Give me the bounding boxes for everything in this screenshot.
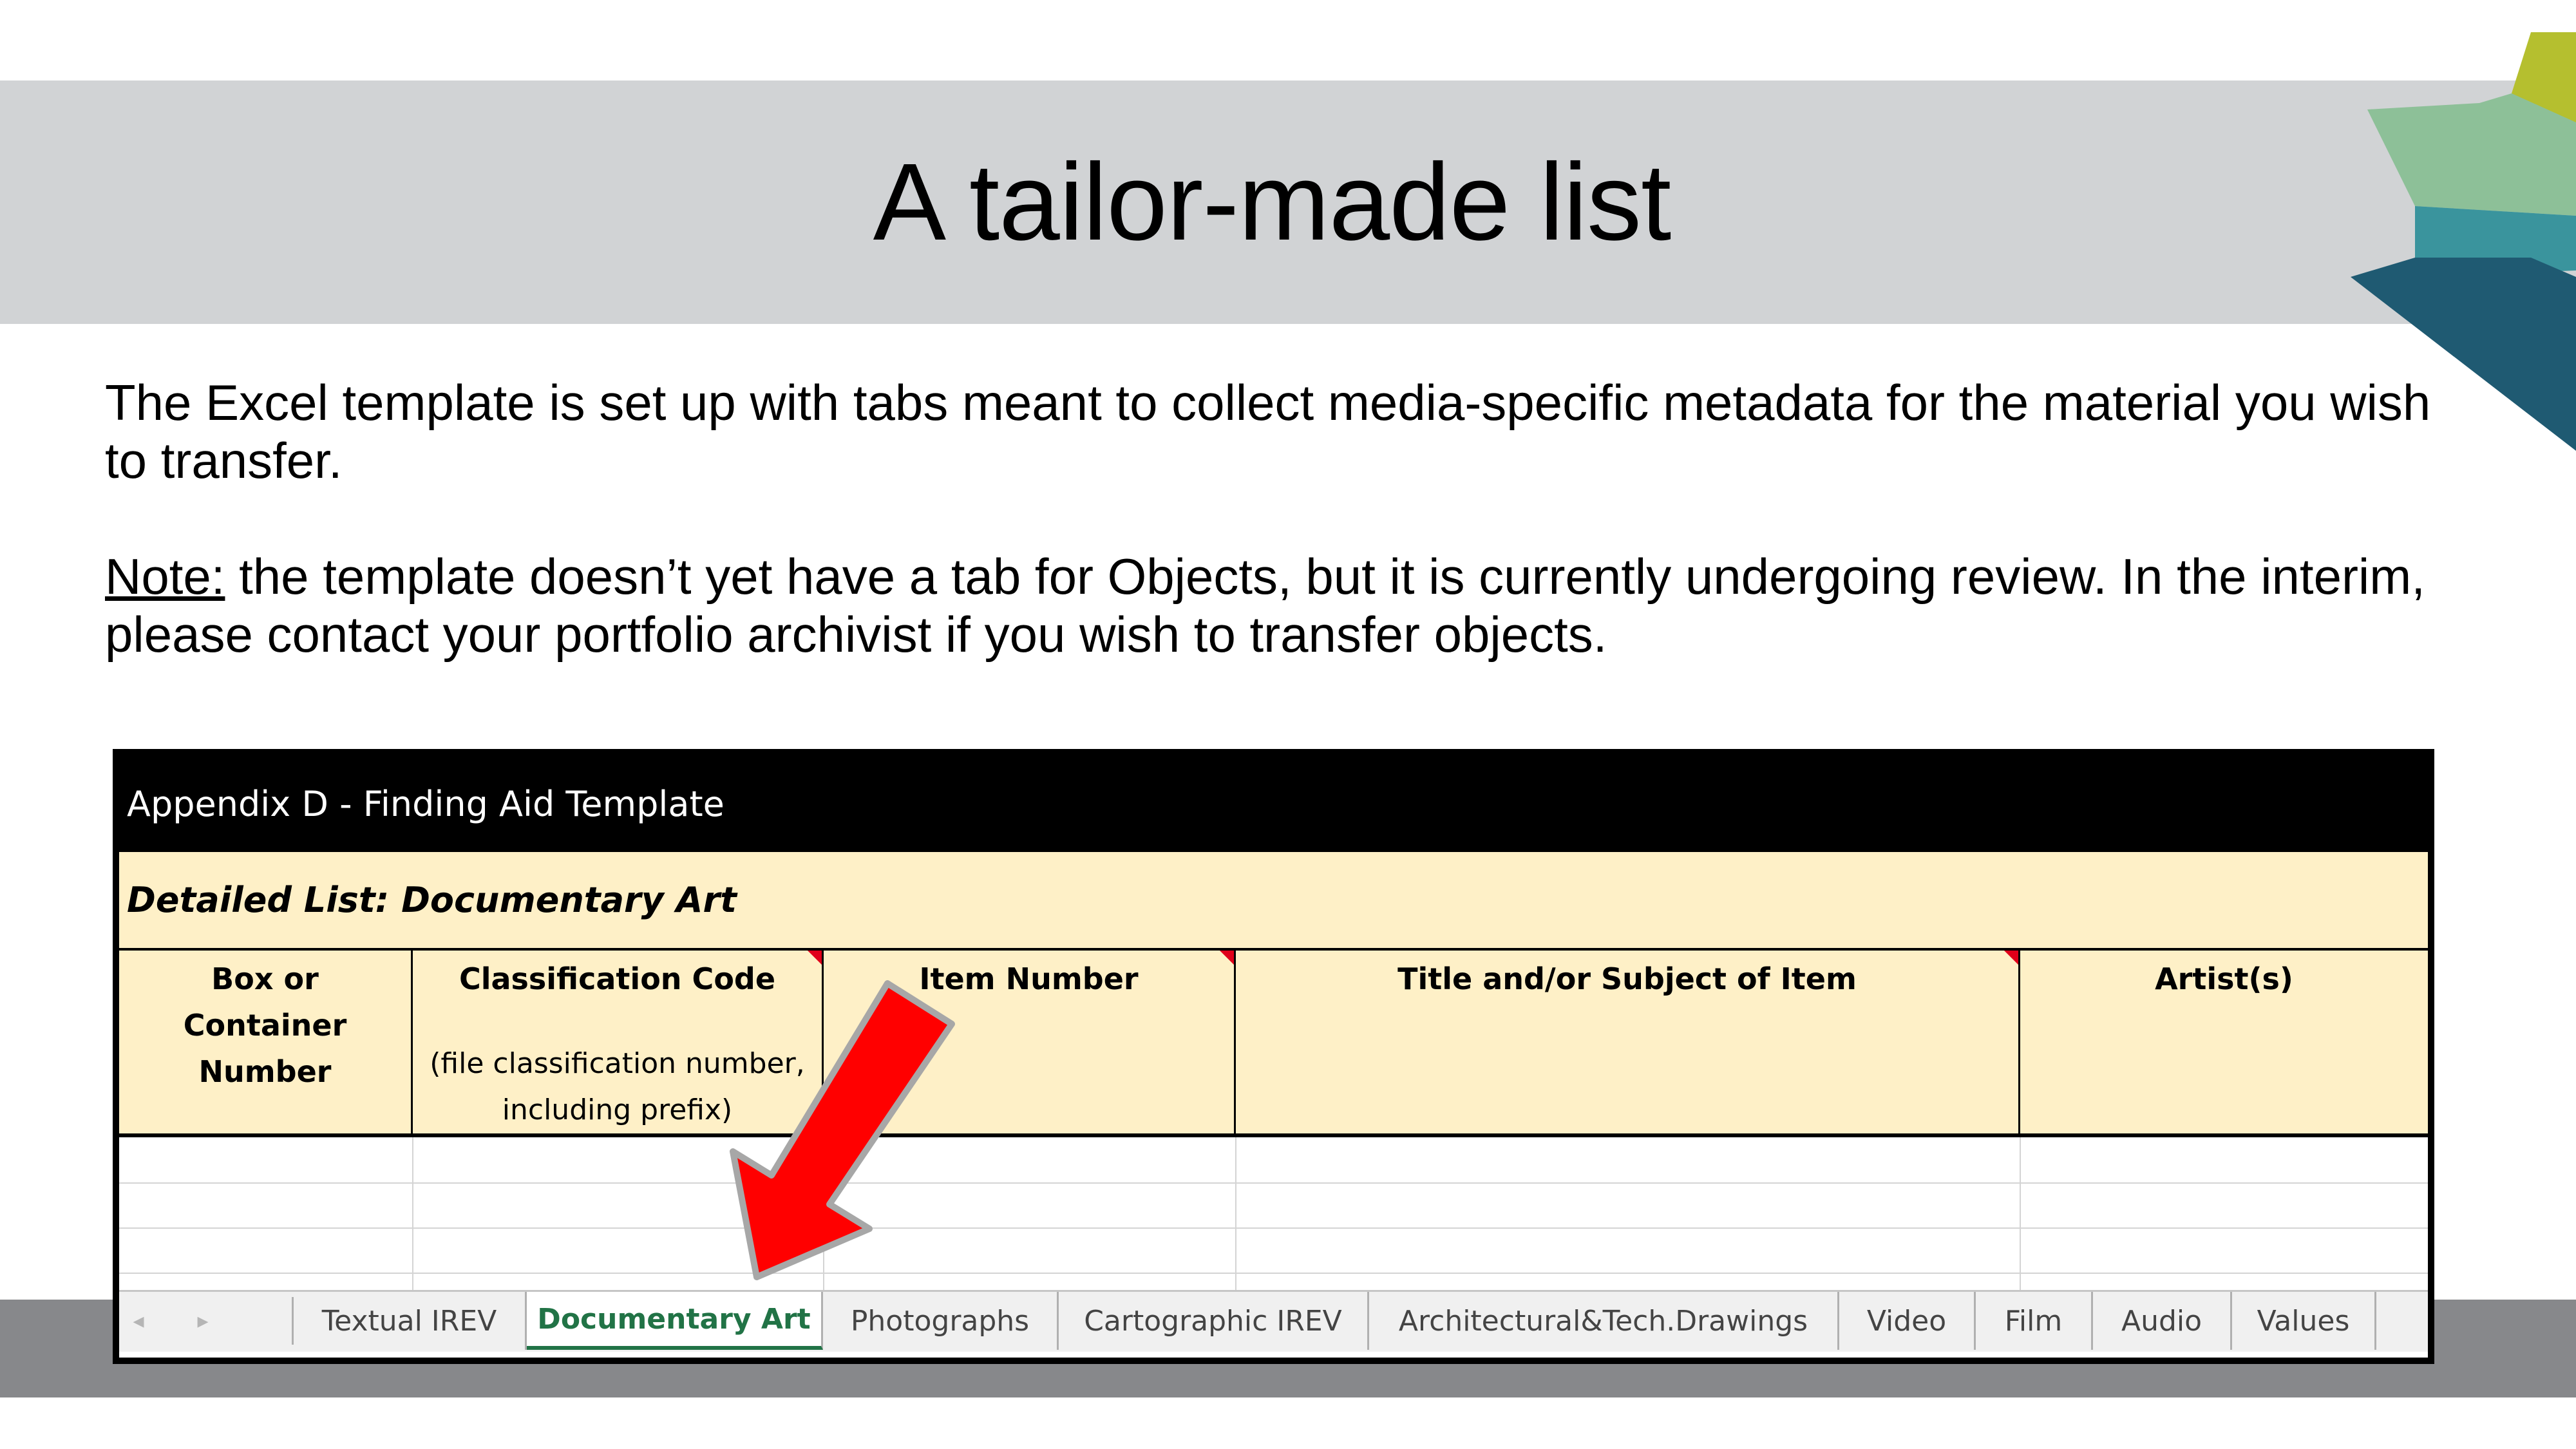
red-arrow-icon: [730, 980, 955, 1280]
